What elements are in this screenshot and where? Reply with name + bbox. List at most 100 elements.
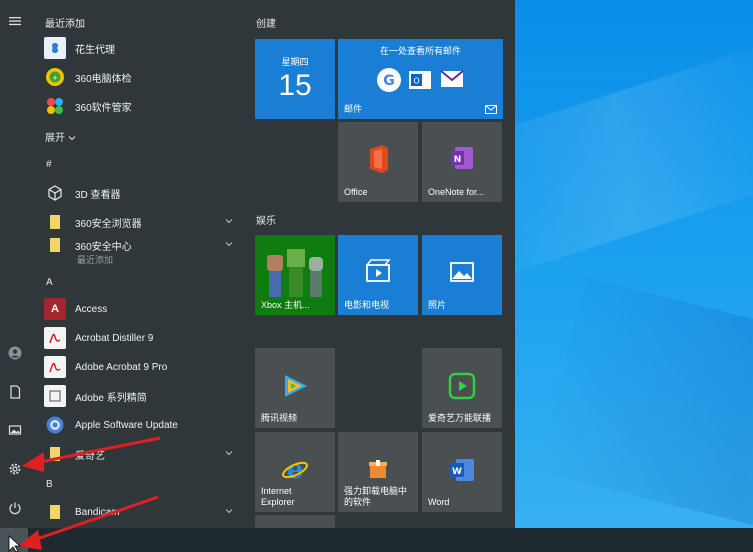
expand-toggle[interactable]: 展开 bbox=[45, 129, 76, 144]
office-icon bbox=[370, 145, 388, 173]
apple-software-update-icon bbox=[44, 414, 66, 436]
app-label: Apple Software Update bbox=[75, 419, 178, 431]
tile-label: OneNote for... bbox=[428, 187, 485, 197]
chevron-down-icon bbox=[225, 509, 233, 514]
app-adobe-suite[interactable]: Adobe 系列精简 bbox=[44, 383, 240, 409]
access-icon: A bbox=[44, 298, 66, 320]
svg-text:+: + bbox=[52, 74, 58, 82]
tile-onenote[interactable]: N OneNote for... bbox=[422, 122, 502, 202]
app-adobe-acrobat-pro[interactable]: Adobe Acrobat 9 Pro bbox=[44, 354, 240, 380]
iqiyi-icon bbox=[448, 372, 476, 400]
chevron-down-icon bbox=[68, 136, 76, 141]
app-label: Adobe 系列精简 bbox=[75, 392, 147, 404]
svg-text:O: O bbox=[413, 77, 419, 86]
film-icon bbox=[366, 259, 391, 282]
outlook-icon: O bbox=[409, 71, 431, 89]
start-rail bbox=[0, 0, 30, 528]
folder-icon bbox=[44, 211, 66, 233]
settings-gear-icon[interactable] bbox=[3, 457, 27, 481]
tile-mail[interactable]: 在一处查看所有邮件 G O 邮件 bbox=[338, 39, 503, 119]
tile-label: 强力卸载电脑中 的软件 bbox=[344, 486, 408, 507]
tile-calendar[interactable]: 星期四 15 bbox=[255, 39, 335, 119]
360-checkup-icon: + bbox=[44, 66, 66, 88]
letter-header-a[interactable]: A bbox=[46, 277, 53, 288]
3d-viewer-cube-icon bbox=[44, 182, 66, 204]
tile-label: Internet Explorer bbox=[261, 486, 295, 507]
app-access[interactable]: A Access bbox=[44, 296, 240, 322]
app-label: 360软件管家 bbox=[75, 102, 132, 114]
app-label: Bandicam bbox=[75, 506, 120, 518]
pictures-icon[interactable] bbox=[3, 418, 27, 442]
tile-uninstaller[interactable]: 强力卸载电脑中 的软件 bbox=[338, 432, 418, 512]
app-list: 最近添加 花生代理 + 360电脑体检 360软件管家 展开 # 3D 查看器 … bbox=[38, 0, 242, 528]
folder-icon bbox=[44, 234, 66, 256]
start-menu: 最近添加 花生代理 + 360电脑体检 360软件管家 展开 # 3D 查看器 … bbox=[0, 0, 515, 528]
svg-text:e: e bbox=[287, 455, 304, 484]
app-huasheng-proxy[interactable]: 花生代理 bbox=[44, 35, 240, 61]
letter-header-hash[interactable]: # bbox=[46, 159, 52, 170]
app-label: 360电脑体检 bbox=[75, 73, 132, 85]
calendar-weekday: 星期四 bbox=[281, 57, 309, 67]
chevron-down-icon bbox=[225, 242, 233, 247]
start-button[interactable] bbox=[0, 528, 28, 552]
documents-icon[interactable] bbox=[3, 380, 27, 404]
taskbar bbox=[0, 528, 753, 552]
adobe-suite-icon bbox=[44, 385, 66, 407]
tencent-video-icon bbox=[285, 375, 307, 397]
tile-office[interactable]: Office bbox=[338, 122, 418, 202]
expand-label: 展开 bbox=[45, 133, 65, 144]
user-account-icon[interactable] bbox=[3, 341, 27, 365]
power-icon[interactable] bbox=[3, 496, 27, 520]
app-360-checkup[interactable]: + 360电脑体检 bbox=[44, 64, 240, 90]
folder-icon bbox=[44, 501, 66, 523]
app-360-security-folder[interactable]: 360安全中心 bbox=[44, 232, 240, 258]
app-label: 爱奇艺 bbox=[75, 450, 105, 462]
chevron-down-icon bbox=[225, 219, 233, 224]
tile-label: 爱奇艺万能联播 bbox=[428, 413, 492, 423]
tile-label: 腾讯视频 bbox=[261, 413, 298, 423]
xbox-characters-image bbox=[267, 249, 323, 297]
360-software-manager-icon bbox=[44, 95, 66, 117]
tile-label: 邮件 bbox=[344, 104, 363, 114]
app-360-software-manager[interactable]: 360软件管家 bbox=[44, 93, 240, 119]
huasheng-icon bbox=[44, 37, 66, 59]
app-3d-viewer[interactable]: 3D 查看器 bbox=[44, 180, 240, 206]
tile-label: 照片 bbox=[428, 300, 447, 310]
app-acrobat-distiller[interactable]: Acrobat Distiller 9 bbox=[44, 325, 240, 351]
folder-icon bbox=[44, 443, 66, 465]
app-label: 360安全中心 bbox=[75, 241, 132, 253]
tile-label: Office bbox=[344, 187, 368, 197]
tile-tencent-video[interactable]: 腾讯视频 bbox=[255, 348, 335, 428]
svg-text:G: G bbox=[383, 73, 395, 89]
app-iqiyi-folder[interactable]: 爱奇艺 bbox=[44, 441, 240, 467]
desktop-wallpaper bbox=[515, 0, 753, 552]
mail-tagline: 在一处查看所有邮件 bbox=[379, 46, 461, 56]
app-label: Acrobat Distiller 9 bbox=[75, 332, 154, 344]
svg-text:N: N bbox=[454, 155, 462, 165]
mail-badge-icon bbox=[485, 105, 497, 114]
hamburger-menu-icon[interactable] bbox=[3, 9, 27, 33]
group-title-entertainment[interactable]: 娱乐 bbox=[256, 212, 276, 227]
mail-envelope-icon bbox=[440, 70, 464, 87]
tile-iqiyi-player[interactable]: 爱奇艺万能联播 bbox=[422, 348, 502, 428]
app-apple-software-update[interactable]: Apple Software Update bbox=[44, 412, 240, 438]
tile-partial[interactable] bbox=[255, 515, 335, 528]
tile-movies-tv[interactable]: 电影和电视 bbox=[338, 235, 418, 315]
calendar-day: 15 bbox=[278, 69, 312, 102]
app-label: 花生代理 bbox=[75, 44, 115, 56]
recent-section-title: 最近添加 bbox=[45, 19, 85, 30]
google-icon: G bbox=[377, 68, 401, 92]
app-label: Access bbox=[75, 303, 108, 315]
tile-photos[interactable]: 照片 bbox=[422, 235, 502, 315]
letter-header-b[interactable]: B bbox=[46, 479, 53, 490]
tile-word[interactable]: W Word bbox=[422, 432, 502, 512]
tile-xbox[interactable]: Xbox 主机... bbox=[255, 235, 335, 315]
tile-internet-explorer[interactable]: e Internet Explorer bbox=[255, 432, 335, 512]
app-bandicam-folder[interactable]: Bandicam bbox=[44, 499, 240, 525]
word-icon: W bbox=[450, 459, 474, 481]
group-title-create[interactable]: 创建 bbox=[256, 15, 276, 30]
adobe-acrobat-icon bbox=[44, 356, 66, 378]
tile-label: Word bbox=[428, 497, 450, 507]
svg-text:W: W bbox=[452, 467, 462, 477]
photos-icon bbox=[450, 262, 474, 282]
